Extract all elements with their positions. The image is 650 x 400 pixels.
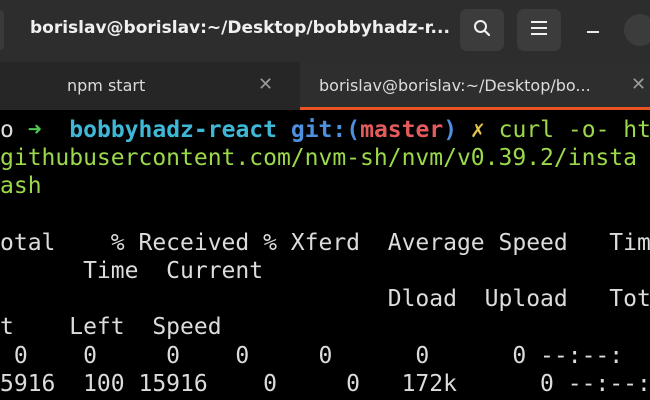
curl-header-line: otal % Received % Xferd Average Speed Ti… [0,230,650,256]
dirty-marker-icon: ✗ [470,117,485,143]
search-button[interactable] [460,9,504,51]
output-line: Dload Upload Tot [0,286,650,312]
command-continuation: githubusercontent.com/nvm-sh/nvm/v0.39.2… [0,145,637,171]
tab-bar: npm start ✕ borislav@borislav:~/Desktop/… [0,62,650,110]
search-icon [473,19,491,41]
window-title: borislav@borislav:~/Desktop/bobbyhadz-r.… [30,18,450,38]
prompt-arrow-icon: ➜ [27,117,42,143]
minimize-icon[interactable] [587,31,599,33]
git-branch: master [360,117,444,143]
command-continuation: ash [0,173,42,199]
window-edge [0,10,4,50]
curl-progress-line: 5916 100 15916 0 0 172k 0 --:--: [0,371,650,397]
window-title-bar: borislav@borislav:~/Desktop/bobbyhadz-r.… [0,0,650,62]
curl-progress-line: 0 0 0 0 0 0 0 --:--: [0,343,624,369]
tab-label: borislav@borislav:~/Desktop/bo... [319,76,591,95]
close-icon[interactable]: ✕ [631,74,646,95]
curl-header-line: Time Current [0,258,264,284]
prompt-directory: bobbyhadz-react [69,117,277,143]
tab-label: npm start [67,76,146,95]
curl-header-line: t Left Speed [0,314,222,340]
close-icon[interactable]: ✕ [258,74,273,95]
tab-npm-start[interactable]: npm start ✕ [0,62,300,110]
menu-button[interactable] [517,9,561,51]
hamburger-menu-icon [530,20,548,40]
prompt-line: o ➜ bobbyhadz-react git:(master) ✗ curl … [0,117,650,143]
prompt-command: curl -o- ht [498,117,650,143]
terminal-output[interactable]: o ➜ bobbyhadz-react git:(master) ✗ curl … [0,110,650,400]
close-window-button[interactable] [624,14,650,46]
tab-active-terminal[interactable]: borislav@borislav:~/Desktop/bo... ✕ [300,62,650,110]
